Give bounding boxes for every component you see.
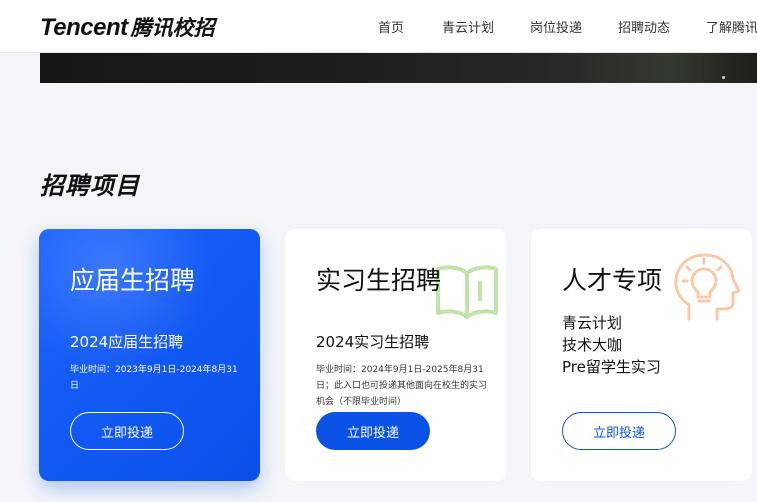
lightbulb-head-icon (674, 253, 741, 321)
nav-home[interactable]: 首页 (378, 17, 404, 36)
list-item[interactable]: 青云计划 (562, 312, 661, 334)
apply-now-button[interactable]: 立即投递 (562, 412, 676, 450)
hero-banner (40, 53, 757, 83)
card-subtitle: 2024实习生招聘 (316, 333, 430, 351)
program-list: 青云计划 技术大咖 Pre留学生实习 (562, 312, 661, 378)
card-talent-programs[interactable]: 人才专项 青云计划 技术大咖 Pre留学生实习 立即投递 (531, 229, 752, 481)
card-graduate-recruitment[interactable]: 应届生招聘 2024应届生招聘 毕业时间：2023年9月1日-2024年8月31… (39, 229, 260, 481)
section-title: 招聘项目 (40, 172, 140, 200)
card-title: 人才专项 (562, 266, 663, 295)
graduation-period-note: 毕业时间：2024年9月1日-2025年8月31日；此入口也可投递其他面向在校生… (316, 365, 488, 407)
graduation-period-note: 毕业时间：2023年9月1日-2024年8月31日 (70, 365, 238, 391)
apply-now-button[interactable]: 立即投递 (70, 412, 184, 450)
top-nav: Tencent 腾讯校招 首页 青云计划 岗位投递 招聘动态 了解腾讯 (0, 0, 757, 53)
banner-light-dot (722, 76, 725, 79)
logo-text-cn: 腾讯校招 (130, 16, 215, 40)
nav-about-tencent[interactable]: 了解腾讯 (706, 17, 757, 36)
apply-now-button[interactable]: 立即投递 (316, 412, 430, 450)
nav-recruit-news[interactable]: 招聘动态 (618, 17, 670, 36)
nav-job-apply[interactable]: 岗位投递 (530, 17, 582, 36)
logo-text-en: Tencent (40, 14, 128, 41)
list-item[interactable]: 技术大咖 (562, 334, 661, 356)
list-item[interactable]: Pre留学生实习 (562, 356, 661, 378)
card-title: 实习生招聘 (316, 266, 442, 295)
book-icon (436, 265, 498, 319)
card-title: 应届生招聘 (70, 266, 196, 295)
card-internship-recruitment[interactable]: 实习生招聘 2024实习生招聘 毕业时间：2024年9月1日-2025年8月31… (285, 229, 506, 481)
card-subtitle: 2024应届生招聘 (70, 333, 184, 351)
nav-qingyun-plan[interactable]: 青云计划 (442, 17, 494, 36)
tencent-logo[interactable]: Tencent 腾讯校招 (40, 12, 215, 42)
